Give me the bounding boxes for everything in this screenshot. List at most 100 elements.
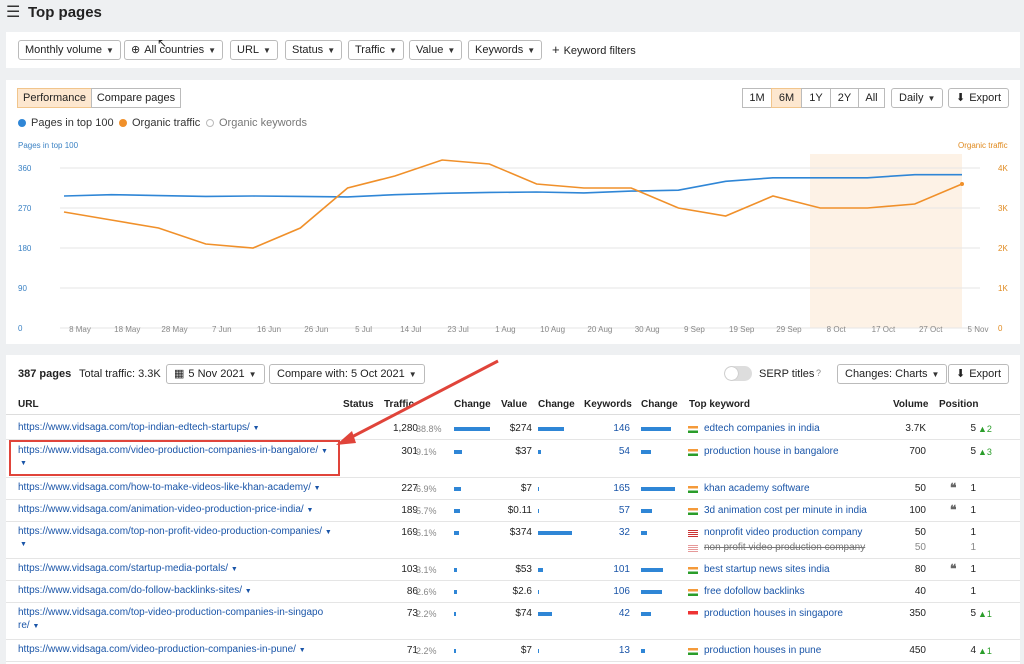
range-all[interactable]: All <box>858 88 885 108</box>
page-url-link[interactable]: https://www.vidsaga.com/do-follow-backli… <box>18 584 338 598</box>
col-top-keyword[interactable]: Top keyword <box>689 399 750 410</box>
top-keyword-link[interactable]: free dofollow backlinks <box>704 586 805 597</box>
traffic-value: 227 <box>401 483 418 494</box>
filter-url[interactable]: URL ▼ <box>230 40 278 60</box>
country-flag-icon <box>688 589 698 596</box>
export-label: Export <box>969 368 1002 380</box>
annotation-arrow-icon <box>336 359 499 445</box>
position-value: 5 <box>970 423 976 434</box>
tab-compare-pages[interactable]: Compare pages <box>91 88 181 108</box>
top-keyword-link[interactable]: production houses in pune <box>704 645 821 656</box>
caret-down-icon[interactable]: ▼ <box>245 588 252 595</box>
top-keyword-link[interactable]: best startup news sites india <box>704 564 830 575</box>
filter-countries[interactable]: ⊕ All countries ▼ <box>124 40 224 60</box>
top-keyword-link[interactable]: nonprofit video production company <box>704 527 862 538</box>
tab-performance[interactable]: Performance <box>17 88 92 108</box>
quote-icon: ❝ <box>950 481 957 495</box>
table-row: https://www.vidsaga.com/do-follow-backli… <box>6 581 1020 603</box>
caret-down-icon[interactable]: ▼ <box>314 485 321 492</box>
range-2y[interactable]: 2Y <box>830 88 859 108</box>
range-6m[interactable]: 6M <box>771 88 802 108</box>
interval-select[interactable]: Daily ▼ <box>891 88 944 108</box>
col-position[interactable]: Position <box>939 399 978 410</box>
keywords-count[interactable]: 57 <box>596 505 630 516</box>
traffic-change-bar <box>454 531 459 535</box>
caret-down-icon[interactable]: ▼ <box>253 425 260 432</box>
top-keyword-link[interactable]: edtech companies in india <box>704 423 820 434</box>
legend-label: Organic keywords <box>219 117 308 129</box>
caret-down-icon[interactable]: ▼ <box>306 507 313 514</box>
col-keywords-change[interactable]: Change <box>641 399 678 410</box>
caret-down-icon: ▼ <box>527 46 536 55</box>
table-export-button[interactable]: ⬇ Export <box>948 364 1010 384</box>
y-left-tick: 270 <box>18 204 32 213</box>
x-tick: 17 Oct <box>872 325 896 334</box>
filter-label: Value <box>416 44 444 56</box>
value-change-bar <box>538 531 572 535</box>
top-keyword-link[interactable]: khan academy software <box>704 483 810 494</box>
caret-down-icon: ▼ <box>447 46 456 55</box>
header-divider <box>6 414 1020 415</box>
keyword-filters-button[interactable]: + Keyword filters <box>552 42 636 57</box>
keywords-count[interactable]: 165 <box>596 483 630 494</box>
range-1y[interactable]: 1Y <box>801 88 831 108</box>
keywords-count[interactable]: 32 <box>596 527 630 538</box>
x-tick: 28 May <box>161 325 187 334</box>
page-url-link[interactable]: https://www.vidsaga.com/startup-media-po… <box>18 562 338 576</box>
x-tick: 14 Jul <box>400 325 422 334</box>
caret-down-icon[interactable]: ▼ <box>231 566 238 573</box>
caret-down-icon[interactable]: ▼ <box>32 623 39 630</box>
legend-dot-icon <box>18 119 26 127</box>
plus-icon: + <box>552 42 560 57</box>
legend-traffic[interactable]: Organic traffic <box>119 117 200 129</box>
page-url-link[interactable]: https://www.vidsaga.com/top-indian-edtec… <box>18 421 338 435</box>
keywords-count[interactable]: 13 <box>596 645 630 656</box>
traffic-percent: 3.1% <box>416 565 437 575</box>
page-url-link[interactable]: https://www.vidsaga.com/video-production… <box>18 643 338 657</box>
date-select[interactable]: ▦ 5 Nov 2021 ▼ <box>166 364 265 384</box>
top-keyword-link[interactable]: production house in bangalore <box>704 446 839 457</box>
chart-export-button[interactable]: ⬇ Export <box>948 88 1010 108</box>
filter-value[interactable]: Value ▼ <box>409 40 463 60</box>
page-url-link[interactable]: https://www.vidsaga.com/top-video-produc… <box>18 606 338 633</box>
value-change-bar <box>538 649 539 653</box>
caret-down-icon[interactable]: ▼ <box>299 647 306 654</box>
range-1m[interactable]: 1M <box>742 88 772 108</box>
legend-pages[interactable]: Pages in top 100 <box>18 117 114 129</box>
caret-down-icon[interactable]: ▼ <box>20 541 27 548</box>
filter-status[interactable]: Status ▼ <box>285 40 343 60</box>
keywords-count[interactable]: 101 <box>596 564 630 575</box>
filter-traffic[interactable]: Traffic ▼ <box>348 40 404 60</box>
table-row: https://www.vidsaga.com/top-video-produc… <box>6 603 1020 640</box>
traffic-change-bar <box>454 649 456 653</box>
filter-label: Monthly volume <box>25 44 103 56</box>
page-url-link[interactable]: https://www.vidsaga.com/how-to-make-vide… <box>18 481 338 495</box>
changes-select[interactable]: Changes: Charts ▼ <box>837 364 948 384</box>
col-url[interactable]: URL <box>18 399 39 410</box>
page-url-link[interactable]: https://www.vidsaga.com/animation-video-… <box>18 503 338 517</box>
position-value: 5 <box>970 446 976 457</box>
serp-titles-toggle[interactable] <box>724 366 752 381</box>
keywords-change-bar <box>641 590 662 594</box>
page-url-link[interactable]: https://www.vidsaga.com/top-non-profit-v… <box>18 525 338 539</box>
position-value: 1 <box>970 527 976 538</box>
keywords-count[interactable]: 106 <box>596 586 630 597</box>
legend-keywords[interactable]: Organic keywords <box>206 117 307 129</box>
line-chart: 360 4K 270 3K 180 2K 90 1K 0 0 8 May 18 May 28 May 7 … <box>18 154 1008 334</box>
keywords-count[interactable]: 146 <box>596 423 630 434</box>
filter-monthly-volume[interactable]: Monthly volume ▼ <box>18 40 121 60</box>
keywords-count[interactable]: 54 <box>596 446 630 457</box>
top-keyword-link[interactable]: 3d animation cost per minute in india <box>704 505 867 516</box>
y-right-tick: 4K <box>998 164 1008 173</box>
top-keyword-link[interactable]: production houses in singapore <box>704 608 843 619</box>
col-value-change[interactable]: Change <box>538 399 575 410</box>
traffic-percent: 2.2% <box>416 646 437 656</box>
col-volume[interactable]: Volume <box>893 399 928 410</box>
help-icon[interactable]: ? <box>816 368 821 378</box>
filter-keywords[interactable]: Keywords ▼ <box>468 40 543 60</box>
keywords-count[interactable]: 42 <box>596 608 630 619</box>
caret-down-icon[interactable]: ▼ <box>325 529 332 536</box>
col-keywords[interactable]: Keywords <box>584 399 632 410</box>
hamburger-menu-icon[interactable]: ☰ <box>6 5 20 21</box>
x-tick: 5 Nov <box>968 325 989 334</box>
